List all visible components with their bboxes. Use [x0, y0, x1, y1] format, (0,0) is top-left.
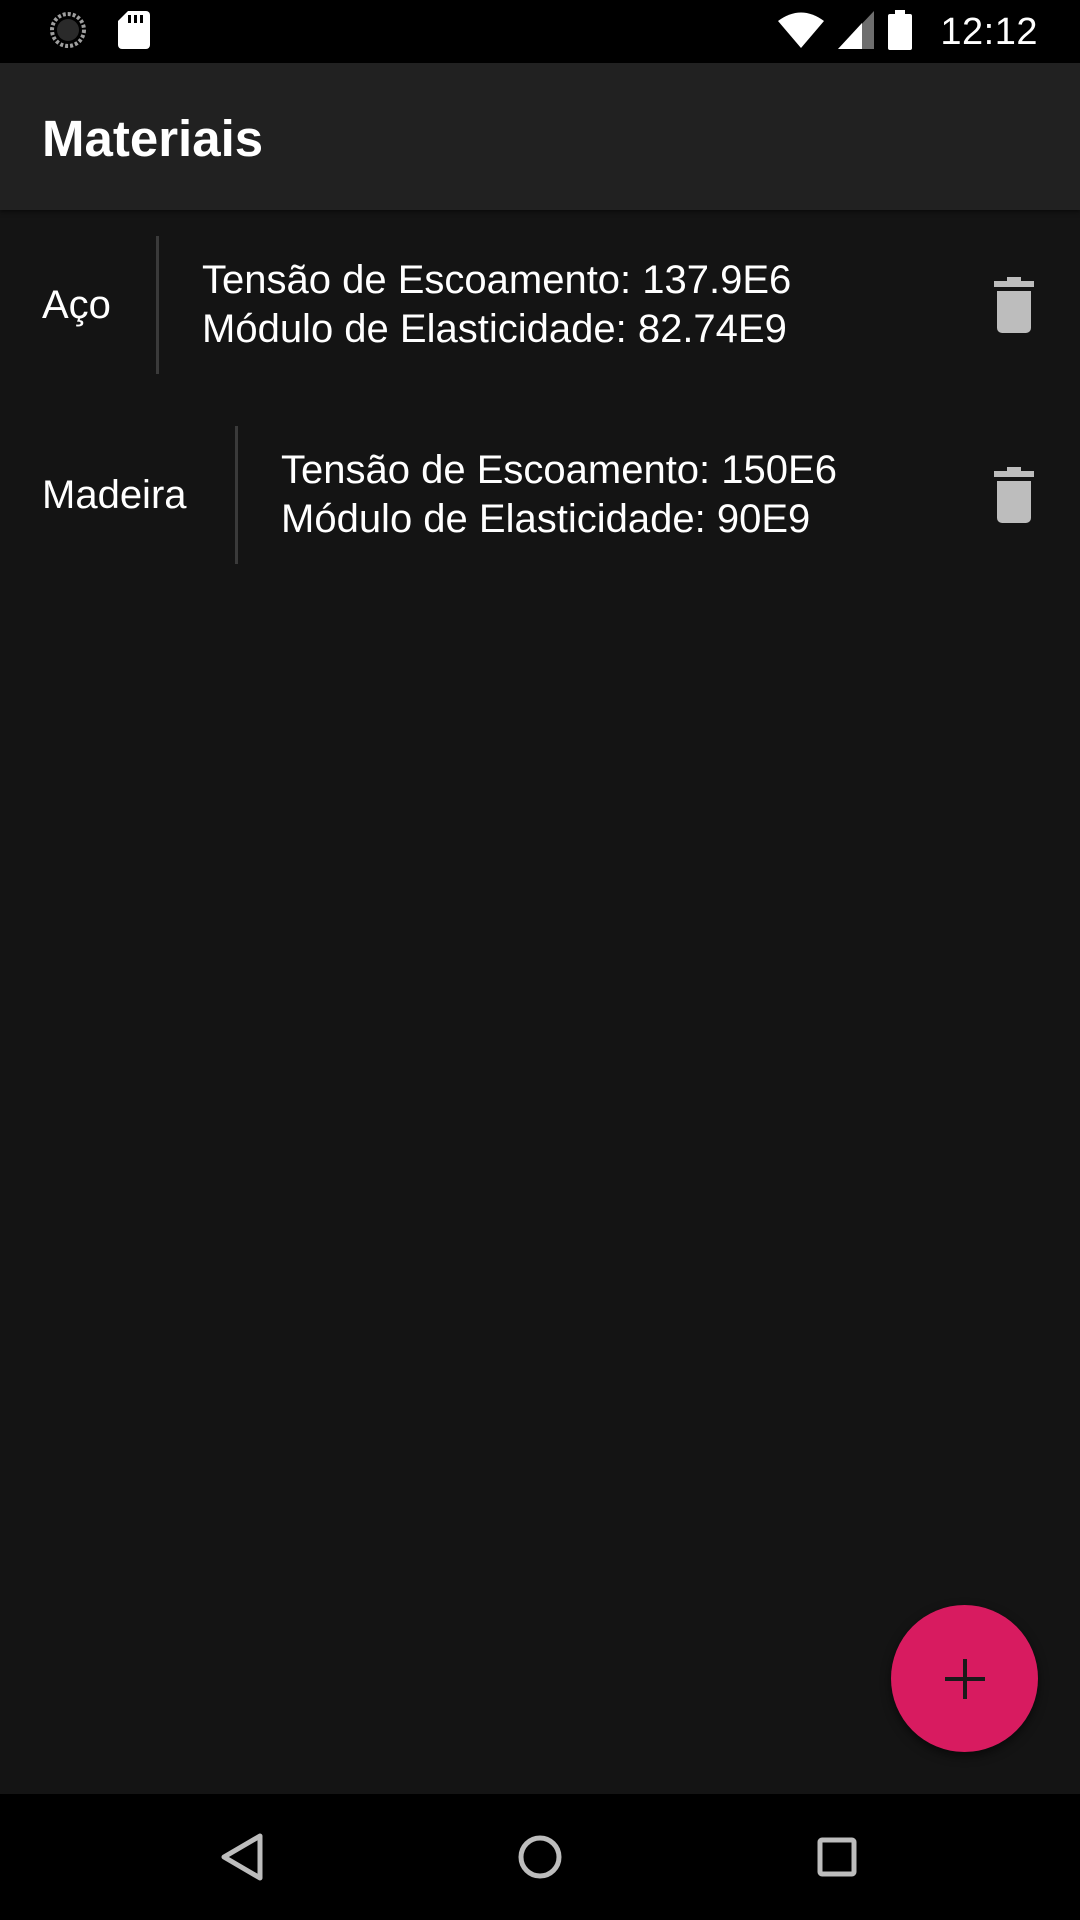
recents-button[interactable] [804, 1824, 870, 1890]
item-divider [156, 236, 159, 374]
material-name: Aço [42, 282, 111, 327]
back-button[interactable] [209, 1824, 275, 1890]
home-icon [518, 1835, 562, 1879]
materials-screen: 12:12 Materiais Aço Tensão de Escoamento… [0, 0, 1080, 1920]
list-item-aco[interactable]: Aço Tensão de Escoamento: 137.9E6 Módulo… [0, 210, 1080, 400]
materials-list: Aço Tensão de Escoamento: 137.9E6 Módulo… [0, 210, 1080, 590]
app-bar: Materiais [0, 63, 1080, 210]
sd-card-icon [118, 10, 150, 54]
delete-button[interactable] [994, 277, 1034, 333]
cell-signal-icon [838, 10, 875, 54]
material-properties: Tensão de Escoamento: 150E6 Módulo de El… [281, 400, 837, 590]
status-notifications [48, 10, 150, 55]
recents-icon [817, 1837, 857, 1877]
material-properties: Tensão de Escoamento: 137.9E6 Módulo de … [202, 210, 791, 400]
material-name: Madeira [42, 472, 187, 517]
wifi-icon [778, 12, 825, 53]
list-item-madeira[interactable]: Madeira Tensão de Escoamento: 150E6 Módu… [0, 400, 1080, 590]
yield-strength-text: Tensão de Escoamento: 137.9E6 [202, 258, 792, 302]
elastic-modulus-text: Módulo de Elasticidade: 82.74E9 [202, 307, 787, 351]
trash-icon [994, 277, 1034, 333]
plus-icon [944, 1658, 985, 1699]
back-icon [221, 1833, 263, 1881]
elastic-modulus-text: Módulo de Elasticidade: 90E9 [281, 497, 811, 541]
trash-icon [994, 467, 1034, 523]
navigation-bar [0, 1794, 1080, 1920]
item-divider [235, 426, 238, 564]
battery-icon [888, 9, 913, 55]
add-material-button[interactable] [891, 1605, 1038, 1752]
status-bar: 12:12 [0, 0, 1080, 63]
delete-button[interactable] [994, 467, 1034, 523]
yield-strength-text: Tensão de Escoamento: 150E6 [281, 448, 837, 492]
status-indicators: 12:12 [778, 9, 1038, 55]
sync-icon [48, 10, 88, 55]
status-clock: 12:12 [940, 10, 1038, 53]
home-button[interactable] [507, 1824, 573, 1890]
page-title: Materiais [42, 110, 264, 167]
